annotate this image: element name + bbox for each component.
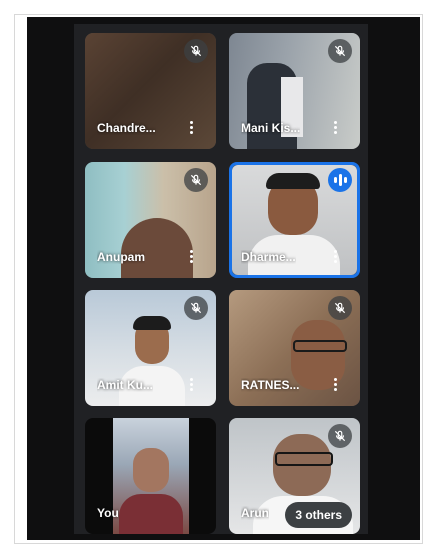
mic-off-icon	[328, 39, 352, 63]
participant-name: Anupam	[97, 250, 145, 264]
mic-off-icon	[184, 39, 208, 63]
participant-video	[113, 418, 189, 534]
participant-name: You	[97, 506, 119, 520]
more-vert-icon[interactable]	[190, 250, 194, 264]
mic-off-icon	[184, 296, 208, 320]
participant-tile[interactable]: Arun 3 others	[229, 418, 360, 534]
mic-off-icon	[184, 168, 208, 192]
more-vert-icon[interactable]	[190, 378, 194, 392]
more-vert-icon[interactable]	[334, 378, 338, 392]
more-vert-icon[interactable]	[334, 121, 338, 135]
participant-name: Mani Kis...	[241, 121, 301, 135]
participant-tile[interactable]: Anupam	[85, 162, 216, 278]
participant-name: RATNES...	[241, 378, 300, 392]
mic-off-icon	[328, 424, 352, 448]
participant-tile[interactable]: RATNES...	[229, 290, 360, 406]
participant-name: Amit Ku...	[97, 378, 153, 392]
participant-name: Chandre...	[97, 121, 156, 135]
participant-name: Dharme...	[241, 250, 296, 264]
mic-off-icon	[328, 296, 352, 320]
others-button[interactable]: 3 others	[285, 502, 352, 528]
more-vert-icon[interactable]	[334, 250, 338, 264]
participant-tile[interactable]: Amit Ku...	[85, 290, 216, 406]
more-vert-icon[interactable]	[190, 121, 194, 135]
participant-name: Arun	[241, 506, 269, 520]
participant-tile[interactable]: Chandre...	[85, 33, 216, 149]
audio-level-icon	[328, 168, 352, 192]
participant-grid: Chandre... Mani Kis... Anupam Dharme... …	[74, 24, 368, 534]
participant-tile-active-speaker[interactable]: Dharme...	[229, 162, 360, 278]
participant-tile-self[interactable]: You	[85, 418, 216, 534]
participant-tile[interactable]: Mani Kis...	[229, 33, 360, 149]
